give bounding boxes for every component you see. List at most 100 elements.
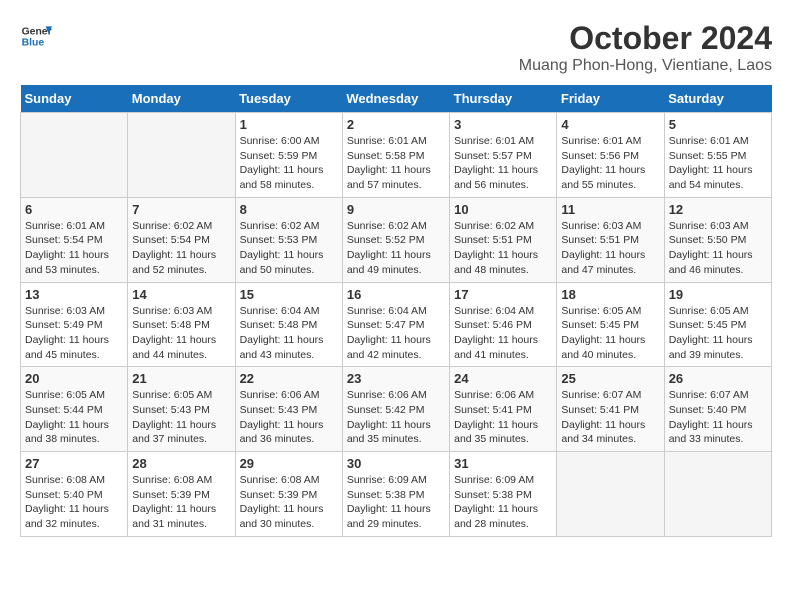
day-detail: Sunrise: 6:08 AM Sunset: 5:39 PM Dayligh… bbox=[132, 473, 230, 532]
day-number: 4 bbox=[561, 117, 659, 132]
day-detail: Sunrise: 6:01 AM Sunset: 5:58 PM Dayligh… bbox=[347, 134, 445, 193]
day-cell: 6Sunrise: 6:01 AM Sunset: 5:54 PM Daylig… bbox=[21, 197, 128, 282]
week-row-2: 6Sunrise: 6:01 AM Sunset: 5:54 PM Daylig… bbox=[21, 197, 772, 282]
header-cell-wednesday: Wednesday bbox=[342, 85, 449, 113]
day-cell: 11 Sunrise: 6:03 AM Sunset: 5:51 PM Dayli… bbox=[557, 197, 664, 282]
main-title: October 2024 bbox=[519, 20, 772, 57]
subtitle: Muang Phon-Hong, Vientiane, Laos bbox=[519, 57, 772, 75]
day-number: 22 bbox=[240, 371, 338, 386]
day-cell: 14Sunrise: 6:03 AM Sunset: 5:48 PM Dayli… bbox=[128, 282, 235, 367]
day-cell: 30 Sunrise: 6:09 AM Sunset: 5:38 PM Dayli… bbox=[342, 452, 449, 537]
day-number: 15 bbox=[240, 287, 338, 302]
day-cell: 19Sunrise: 6:05 AM Sunset: 5:45 PM Dayli… bbox=[664, 282, 771, 367]
day-number: 30 bbox=[347, 456, 445, 471]
day-number: 11 bbox=[561, 202, 659, 217]
day-cell: 15 Sunrise: 6:04 AM Sunset: 5:48 PM Dayli… bbox=[235, 282, 342, 367]
day-detail: Sunrise: 6:02 AM Sunset: 5:53 PM Dayligh… bbox=[240, 219, 338, 278]
day-number: 23 bbox=[347, 371, 445, 386]
header-cell-monday: Monday bbox=[128, 85, 235, 113]
header-cell-saturday: Saturday bbox=[664, 85, 771, 113]
logo-icon: General Blue bbox=[20, 20, 52, 52]
calendar-body: 1 Sunrise: 6:00 AM Sunset: 5:59 PM Daylig… bbox=[21, 113, 772, 537]
day-cell: 24 Sunrise: 6:06 AM Sunset: 5:41 PM Dayli… bbox=[450, 367, 557, 452]
day-detail: Sunrise: 6:01 AM Sunset: 5:56 PM Dayligh… bbox=[561, 134, 659, 193]
day-detail: Sunrise: 6:08 AM Sunset: 5:40 PM Dayligh… bbox=[25, 473, 123, 532]
day-number: 28 bbox=[132, 456, 230, 471]
svg-text:Blue: Blue bbox=[22, 38, 45, 49]
day-detail: Sunrise: 6:06 AM Sunset: 5:42 PM Dayligh… bbox=[347, 388, 445, 447]
day-detail: Sunrise: 6:02 AM Sunset: 5:54 PM Dayligh… bbox=[132, 219, 230, 278]
day-number: 16 bbox=[347, 287, 445, 302]
day-number: 12 bbox=[669, 202, 767, 217]
day-detail: Sunrise: 6:02 AM Sunset: 5:51 PM Dayligh… bbox=[454, 219, 552, 278]
day-cell: 3 Sunrise: 6:01 AM Sunset: 5:57 PM Daylig… bbox=[450, 113, 557, 198]
day-detail: Sunrise: 6:01 AM Sunset: 5:55 PM Dayligh… bbox=[669, 134, 767, 193]
day-cell: 12 Sunrise: 6:03 AM Sunset: 5:50 PM Dayli… bbox=[664, 197, 771, 282]
day-detail: Sunrise: 6:07 AM Sunset: 5:40 PM Dayligh… bbox=[669, 388, 767, 447]
day-number: 29 bbox=[240, 456, 338, 471]
day-number: 24 bbox=[454, 371, 552, 386]
day-cell: 17 Sunrise: 6:04 AM Sunset: 5:46 PM Dayli… bbox=[450, 282, 557, 367]
day-cell: 9Sunrise: 6:02 AM Sunset: 5:52 PM Daylig… bbox=[342, 197, 449, 282]
day-cell: 23 Sunrise: 6:06 AM Sunset: 5:42 PM Dayli… bbox=[342, 367, 449, 452]
calendar-header: SundayMondayTuesdayWednesdayThursdayFrid… bbox=[21, 85, 772, 113]
day-detail: Sunrise: 6:04 AM Sunset: 5:48 PM Dayligh… bbox=[240, 304, 338, 363]
day-detail: Sunrise: 6:04 AM Sunset: 5:46 PM Dayligh… bbox=[454, 304, 552, 363]
day-detail: Sunrise: 6:07 AM Sunset: 5:41 PM Dayligh… bbox=[561, 388, 659, 447]
day-number: 1 bbox=[240, 117, 338, 132]
title-area: October 2024 Muang Phon-Hong, Vientiane,… bbox=[519, 20, 772, 75]
day-detail: Sunrise: 6:03 AM Sunset: 5:50 PM Dayligh… bbox=[669, 219, 767, 278]
day-detail: Sunrise: 6:09 AM Sunset: 5:38 PM Dayligh… bbox=[347, 473, 445, 532]
header-cell-tuesday: Tuesday bbox=[235, 85, 342, 113]
week-row-4: 20Sunrise: 6:05 AM Sunset: 5:44 PM Dayli… bbox=[21, 367, 772, 452]
day-cell: 20Sunrise: 6:05 AM Sunset: 5:44 PM Dayli… bbox=[21, 367, 128, 452]
day-detail: Sunrise: 6:05 AM Sunset: 5:45 PM Dayligh… bbox=[561, 304, 659, 363]
day-number: 7 bbox=[132, 202, 230, 217]
day-detail: Sunrise: 6:05 AM Sunset: 5:44 PM Dayligh… bbox=[25, 388, 123, 447]
day-cell: 1 Sunrise: 6:00 AM Sunset: 5:59 PM Daylig… bbox=[235, 113, 342, 198]
day-cell bbox=[664, 452, 771, 537]
day-number: 18 bbox=[561, 287, 659, 302]
day-detail: Sunrise: 6:09 AM Sunset: 5:38 PM Dayligh… bbox=[454, 473, 552, 532]
day-detail: Sunrise: 6:05 AM Sunset: 5:43 PM Dayligh… bbox=[132, 388, 230, 447]
day-detail: Sunrise: 6:00 AM Sunset: 5:59 PM Dayligh… bbox=[240, 134, 338, 193]
day-number: 25 bbox=[561, 371, 659, 386]
day-number: 21 bbox=[132, 371, 230, 386]
day-number: 10 bbox=[454, 202, 552, 217]
page-header: General Blue October 2024 Muang Phon-Hon… bbox=[20, 20, 772, 75]
day-cell: 4 Sunrise: 6:01 AM Sunset: 5:56 PM Daylig… bbox=[557, 113, 664, 198]
day-cell: 21 Sunrise: 6:05 AM Sunset: 5:43 PM Dayli… bbox=[128, 367, 235, 452]
day-cell: 22 Sunrise: 6:06 AM Sunset: 5:43 PM Dayli… bbox=[235, 367, 342, 452]
day-cell bbox=[557, 452, 664, 537]
day-number: 19 bbox=[669, 287, 767, 302]
day-detail: Sunrise: 6:03 AM Sunset: 5:49 PM Dayligh… bbox=[25, 304, 123, 363]
day-cell: 7 Sunrise: 6:02 AM Sunset: 5:54 PM Daylig… bbox=[128, 197, 235, 282]
day-detail: Sunrise: 6:06 AM Sunset: 5:41 PM Dayligh… bbox=[454, 388, 552, 447]
header-cell-friday: Friday bbox=[557, 85, 664, 113]
week-row-5: 27 Sunrise: 6:08 AM Sunset: 5:40 PM Dayli… bbox=[21, 452, 772, 537]
day-cell: 26 Sunrise: 6:07 AM Sunset: 5:40 PM Dayli… bbox=[664, 367, 771, 452]
header-row: SundayMondayTuesdayWednesdayThursdayFrid… bbox=[21, 85, 772, 113]
day-cell: 2 Sunrise: 6:01 AM Sunset: 5:58 PM Daylig… bbox=[342, 113, 449, 198]
day-cell: 10 Sunrise: 6:02 AM Sunset: 5:51 PM Dayli… bbox=[450, 197, 557, 282]
day-cell: 29 Sunrise: 6:08 AM Sunset: 5:39 PM Dayli… bbox=[235, 452, 342, 537]
logo: General Blue bbox=[20, 20, 52, 52]
day-cell bbox=[128, 113, 235, 198]
day-detail: Sunrise: 6:08 AM Sunset: 5:39 PM Dayligh… bbox=[240, 473, 338, 532]
day-number: 17 bbox=[454, 287, 552, 302]
week-row-1: 1 Sunrise: 6:00 AM Sunset: 5:59 PM Daylig… bbox=[21, 113, 772, 198]
day-cell bbox=[21, 113, 128, 198]
day-number: 2 bbox=[347, 117, 445, 132]
day-detail: Sunrise: 6:01 AM Sunset: 5:57 PM Dayligh… bbox=[454, 134, 552, 193]
header-cell-thursday: Thursday bbox=[450, 85, 557, 113]
day-number: 3 bbox=[454, 117, 552, 132]
day-number: 14 bbox=[132, 287, 230, 302]
day-detail: Sunrise: 6:04 AM Sunset: 5:47 PM Dayligh… bbox=[347, 304, 445, 363]
day-number: 26 bbox=[669, 371, 767, 386]
day-cell: 18 Sunrise: 6:05 AM Sunset: 5:45 PM Dayli… bbox=[557, 282, 664, 367]
day-detail: Sunrise: 6:03 AM Sunset: 5:51 PM Dayligh… bbox=[561, 219, 659, 278]
day-number: 6 bbox=[25, 202, 123, 217]
day-detail: Sunrise: 6:06 AM Sunset: 5:43 PM Dayligh… bbox=[240, 388, 338, 447]
day-number: 27 bbox=[25, 456, 123, 471]
day-cell: 27 Sunrise: 6:08 AM Sunset: 5:40 PM Dayli… bbox=[21, 452, 128, 537]
